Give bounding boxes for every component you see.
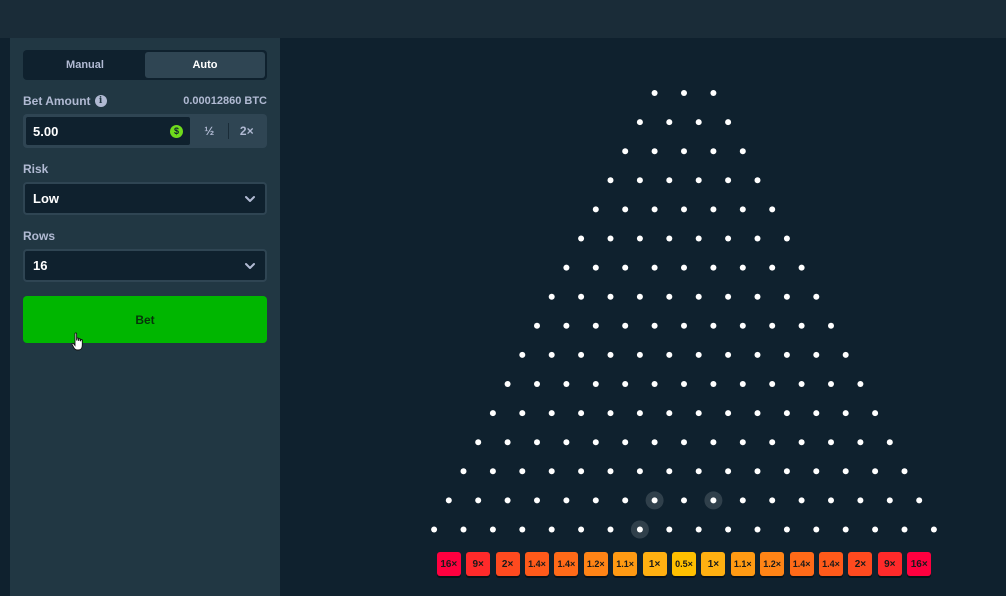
half-bet-button[interactable]: ½ bbox=[191, 116, 228, 146]
multiplier-slot: 2× bbox=[848, 552, 873, 576]
multiplier-slot: 9× bbox=[466, 552, 491, 576]
currency-coin-icon: $ bbox=[170, 124, 183, 138]
bet-amount-label-row: Bet Amount i 0.00012860 BTC bbox=[23, 94, 267, 108]
multiplier-slot: 1× bbox=[642, 552, 667, 576]
multiplier-slot: 16× bbox=[907, 552, 932, 576]
multiplier-slot: 16× bbox=[436, 552, 461, 576]
risk-label-row: Risk bbox=[23, 162, 267, 176]
tab-auto[interactable]: Auto bbox=[145, 52, 265, 78]
multiplier-slot: 0.5× bbox=[672, 552, 696, 576]
bet-button[interactable]: Bet bbox=[23, 296, 267, 351]
bet-button-label: Bet bbox=[135, 312, 155, 327]
bet-amount-input[interactable] bbox=[33, 123, 170, 139]
multiplier-slot: 2× bbox=[495, 552, 520, 576]
plinko-board: 16× 9× 2× 1.4× 1.4× 1.2× 1.1× 1× 0.5× 1× 1.1× 1.2× 1… bbox=[280, 38, 1006, 596]
mode-tabs: Manual Auto bbox=[23, 50, 267, 80]
double-bet-button[interactable]: 2× bbox=[229, 116, 266, 146]
rows-label: Rows bbox=[23, 229, 56, 243]
hand-cursor-icon bbox=[71, 332, 83, 351]
multiplier-slot: 1.4× bbox=[819, 552, 843, 576]
rows-label-row: Rows bbox=[23, 229, 267, 243]
btc-value: 0.00012860 BTC bbox=[183, 95, 267, 107]
bet-amount-label: Bet Amount i bbox=[23, 94, 107, 108]
multiplier-slot: 1.4× bbox=[525, 552, 549, 576]
risk-select[interactable]: Low bbox=[23, 182, 267, 215]
multiplier-slot: 9× bbox=[877, 552, 902, 576]
rows-select[interactable]: 16 bbox=[23, 249, 267, 282]
top-bar bbox=[0, 0, 1006, 38]
bet-amount-row: $ ½ 2× bbox=[23, 114, 267, 148]
multiplier-slot: 1.2× bbox=[583, 552, 608, 576]
multiplier-slot: 1.1× bbox=[613, 552, 638, 576]
chevron-down-icon bbox=[245, 195, 255, 202]
chevron-down-icon bbox=[245, 262, 255, 269]
tab-manual[interactable]: Manual bbox=[25, 52, 145, 78]
bet-amount-field: $ bbox=[25, 116, 191, 146]
bet-sidebar: Manual Auto Bet Amount i 0.00012860 BTC … bbox=[10, 38, 280, 596]
multiplier-slot: 1.4× bbox=[789, 552, 814, 576]
multiplier-slot: 1.4× bbox=[554, 552, 579, 576]
multiplier-slots: 16× 9× 2× 1.4× 1.4× 1.2× 1.1× 1× 0.5× 1× 1.1× 1.2× 1… bbox=[280, 38, 1006, 596]
risk-select-value: Low bbox=[33, 191, 59, 206]
rows-select-value: 16 bbox=[33, 258, 48, 273]
info-icon[interactable]: i bbox=[94, 95, 107, 107]
bet-amount-label-text: Bet Amount bbox=[23, 94, 91, 108]
multiplier-slot: 1× bbox=[701, 552, 726, 576]
multiplier-slot: 1.1× bbox=[730, 552, 755, 576]
multiplier-slot: 1.2× bbox=[760, 552, 785, 576]
risk-label: Risk bbox=[23, 162, 49, 176]
